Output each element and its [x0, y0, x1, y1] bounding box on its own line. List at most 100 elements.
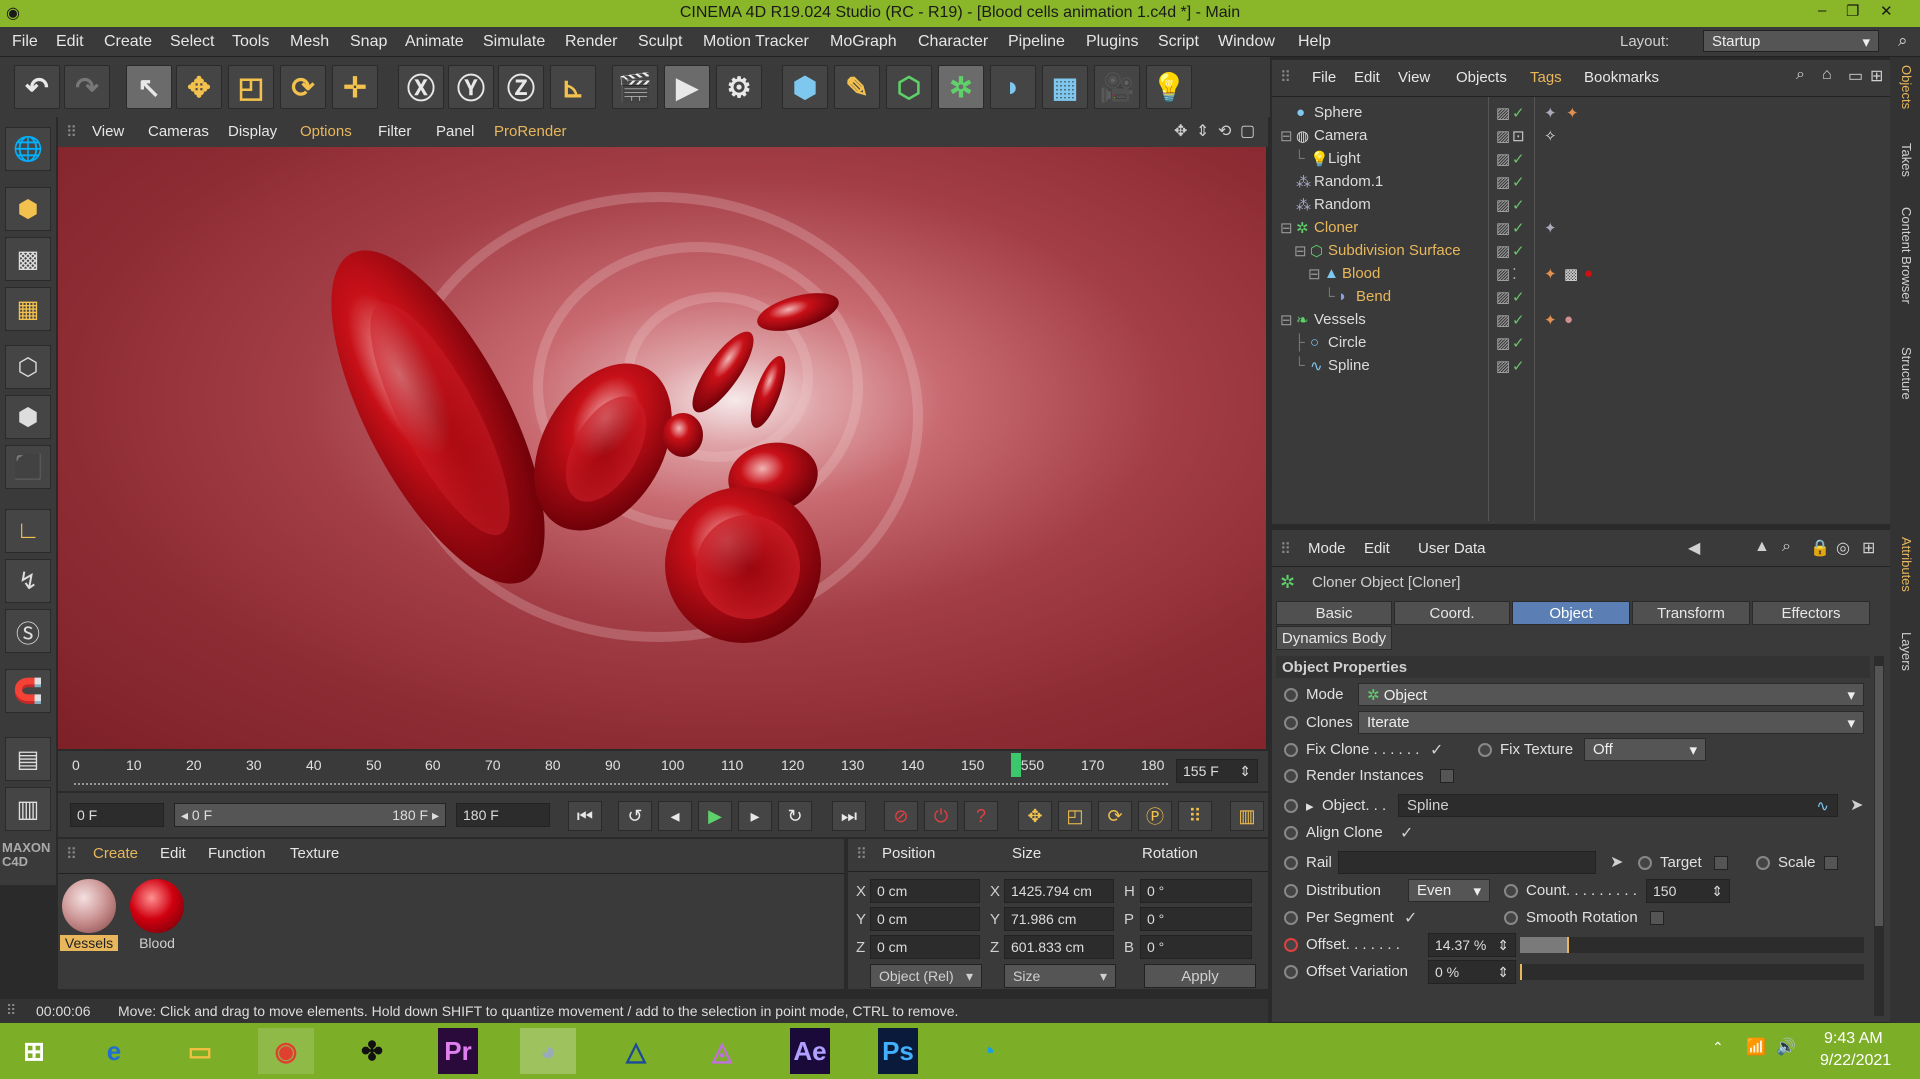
- menu-tools[interactable]: Tools: [232, 33, 269, 51]
- coord-mode-select[interactable]: Object (Rel) ▾: [870, 964, 982, 988]
- light-icon[interactable]: 💡: [1146, 65, 1192, 109]
- timeline-ruler[interactable]: 0 10 20 30 40 50 60 70 80 90 100 110 120…: [58, 751, 1268, 791]
- cinema4d-taskbar-icon[interactable]: ◕: [520, 1028, 576, 1074]
- display-toggle-icon[interactable]: ▨: [1496, 288, 1510, 306]
- camera-active-icon[interactable]: ⊡: [1512, 127, 1525, 145]
- next-frame-icon[interactable]: ▸: [738, 801, 772, 831]
- magnet-icon[interactable]: 🧲: [5, 669, 51, 713]
- animate-radio[interactable]: [1284, 965, 1298, 979]
- lock-icon[interactable]: 🔒: [1810, 538, 1830, 558]
- select-tool-icon[interactable]: ↖: [126, 65, 172, 109]
- next-keyframe-icon[interactable]: ↻: [778, 801, 812, 831]
- viewport-move-icon[interactable]: ✥: [1174, 121, 1187, 141]
- live-select-icon[interactable]: ✛: [332, 65, 378, 109]
- viewport-menu-filter[interactable]: Filter: [378, 123, 411, 140]
- axis-mode-icon[interactable]: ∟: [5, 509, 51, 553]
- pen-icon[interactable]: ✎: [834, 65, 880, 109]
- search-icon[interactable]: ⌕: [1898, 31, 1908, 51]
- playhead[interactable]: [1010, 753, 1021, 777]
- expand-arrow-icon[interactable]: ▸: [1306, 797, 1314, 815]
- tag-icon[interactable]: ✧: [1544, 127, 1557, 145]
- count-field[interactable]: 150 ⇕: [1646, 879, 1730, 903]
- snap-icon[interactable]: Ⓢ: [5, 609, 51, 653]
- tag-icon[interactable]: ✦: [1544, 219, 1557, 237]
- scale-tool-icon[interactable]: ◰: [228, 65, 274, 109]
- restore-icon[interactable]: ❐: [1846, 2, 1859, 20]
- attr-scrollbar[interactable]: [1874, 656, 1884, 1016]
- animate-radio[interactable]: [1284, 799, 1298, 813]
- size-y-field[interactable]: 71.986 cm: [1004, 907, 1114, 931]
- material-menu-edit[interactable]: Edit: [160, 845, 186, 862]
- undo-icon[interactable]: ↶: [14, 65, 60, 109]
- size-mode-select[interactable]: Size ▾: [1004, 964, 1116, 988]
- 3d-viewport[interactable]: [58, 147, 1266, 749]
- menu-animate[interactable]: Animate: [405, 33, 464, 51]
- affinity-designer-icon[interactable]: △: [608, 1028, 664, 1074]
- expand-icon[interactable]: ⊟: [1294, 242, 1307, 260]
- expand-icon[interactable]: ⊟: [1280, 219, 1293, 237]
- globe-icon[interactable]: 🌐: [5, 127, 51, 171]
- network-icon[interactable]: 📶: [1746, 1037, 1766, 1057]
- tray-chevron-icon[interactable]: ⌃: [1712, 1039, 1724, 1056]
- side-tab-layers[interactable]: Layers: [1896, 632, 1914, 692]
- tag-icon[interactable]: ✦: [1544, 104, 1557, 122]
- material-menu-create[interactable]: Create: [93, 845, 138, 862]
- rail-link-field[interactable]: [1338, 851, 1596, 874]
- menu-pipeline[interactable]: Pipeline: [1008, 33, 1065, 51]
- affinity-photo-icon[interactable]: ◬: [694, 1028, 750, 1074]
- expand-icon[interactable]: ⊟: [1308, 265, 1321, 283]
- menu-snap[interactable]: Snap: [350, 33, 387, 51]
- polygons-mode-icon[interactable]: ⬛: [5, 445, 51, 489]
- tag-icon[interactable]: ✦: [1544, 311, 1557, 329]
- enabled-check-icon[interactable]: ✓: [1512, 357, 1525, 375]
- layout-select[interactable]: Startup ▾: [1703, 30, 1879, 52]
- display-toggle-icon[interactable]: ▨: [1496, 104, 1510, 122]
- subdivision-icon[interactable]: ⬡: [886, 65, 932, 109]
- side-tab-takes[interactable]: Takes: [1896, 143, 1914, 193]
- menu-script[interactable]: Script: [1158, 33, 1199, 51]
- attr-menu-user-data[interactable]: User Data: [1418, 540, 1486, 557]
- pos-z-field[interactable]: 0 cm: [870, 935, 980, 959]
- points-mode-icon[interactable]: ⬡: [5, 345, 51, 389]
- fix-texture-select[interactable]: Off ▾: [1584, 738, 1706, 761]
- size-z-field[interactable]: 601.833 cm: [1004, 935, 1114, 959]
- objmgr-menu-view[interactable]: View: [1398, 69, 1430, 86]
- enabled-check-icon[interactable]: ✓: [1512, 242, 1525, 260]
- target-checkbox[interactable]: [1714, 856, 1728, 870]
- display-toggle-icon[interactable]: ▨: [1496, 265, 1510, 283]
- render-instances-checkbox[interactable]: [1440, 769, 1454, 783]
- animate-radio[interactable]: [1284, 826, 1298, 840]
- cloner-icon[interactable]: ✲: [938, 65, 984, 109]
- display-toggle-icon[interactable]: ▨: [1496, 196, 1510, 214]
- expand-icon[interactable]: ⊟: [1280, 311, 1293, 329]
- tab-transform[interactable]: Transform: [1632, 601, 1750, 625]
- davinci-resolve-icon[interactable]: ✤: [344, 1028, 400, 1074]
- rotate-tool-icon[interactable]: ⟳: [280, 65, 326, 109]
- menu-help[interactable]: Help: [1298, 33, 1331, 51]
- back-arrow-icon[interactable]: ◀: [1688, 538, 1700, 558]
- goto-end-icon[interactable]: ⏭: [832, 801, 866, 831]
- rot-p-field[interactable]: 0 °: [1140, 907, 1252, 931]
- photoshop-icon[interactable]: Ps: [878, 1028, 918, 1074]
- menu-create[interactable]: Create: [104, 33, 152, 51]
- tab-object[interactable]: Object: [1512, 601, 1630, 625]
- material-tag-icon[interactable]: ●: [1564, 311, 1573, 328]
- display-toggle-icon[interactable]: ▨: [1496, 357, 1510, 375]
- viewport-menu-prorender[interactable]: ProRender: [494, 123, 567, 140]
- objmgr-menu-edit[interactable]: Edit: [1354, 69, 1380, 86]
- tab-coord[interactable]: Coord.: [1394, 601, 1510, 625]
- tweak-mode-icon[interactable]: ↯: [5, 559, 51, 603]
- workplane-icon[interactable]: ▦: [5, 287, 51, 331]
- scale-checkbox[interactable]: [1824, 856, 1838, 870]
- key-pla-icon[interactable]: ⠿: [1178, 801, 1212, 831]
- enabled-check-icon[interactable]: ✓: [1512, 150, 1525, 168]
- display-toggle-icon[interactable]: ▨: [1496, 127, 1510, 145]
- objmgr-home-icon[interactable]: ⌂: [1822, 66, 1832, 84]
- enabled-check-icon[interactable]: ✓: [1512, 311, 1525, 329]
- offset-variation-slider[interactable]: [1520, 964, 1864, 980]
- move-tool-icon[interactable]: ✥: [176, 65, 222, 109]
- x-axis-icon[interactable]: Ⓧ: [398, 65, 444, 109]
- viewport-zoom-icon[interactable]: ⇕: [1196, 121, 1209, 141]
- tab-effectors[interactable]: Effectors: [1752, 601, 1870, 625]
- enabled-check-icon[interactable]: ✓: [1512, 334, 1525, 352]
